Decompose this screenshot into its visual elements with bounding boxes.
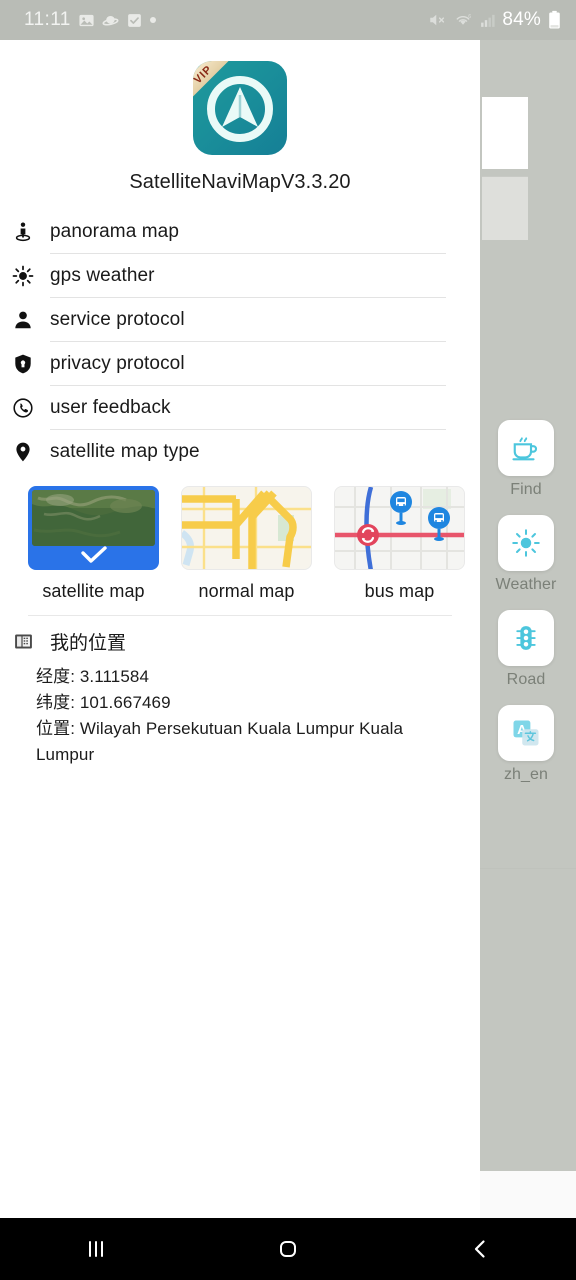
saturn-icon [102, 15, 119, 26]
dot-icon [149, 17, 156, 23]
background-bottom-panel [480, 1171, 576, 1218]
back-icon [474, 1240, 485, 1258]
find-label: Find [510, 481, 542, 498]
weather-label: Weather [495, 576, 557, 593]
menu-item-satellite-map-type-label: satellite map type [50, 441, 200, 462]
navigation-drawer: VIP SatelliteNaviMapV3.3.20 panorama map [0, 40, 480, 1218]
checkbox-icon [127, 13, 141, 27]
map-type-label-normal: normal map [198, 581, 295, 601]
background-gray-panel [482, 176, 528, 240]
app-icon-wrapper[interactable]: VIP [193, 61, 287, 155]
location-pin-icon [8, 441, 38, 463]
menu-item-service-protocol-label: service protocol [50, 308, 185, 330]
background-seam [480, 868, 576, 869]
app-header: VIP SatelliteNaviMapV3.3.20 [0, 40, 480, 194]
user-icon [8, 309, 38, 331]
road-label: Road [506, 671, 546, 688]
coffee-cup-icon [512, 437, 537, 461]
map-type-option-bus[interactable]: bus map [334, 486, 465, 602]
address-line: 位置: Wilayah Persekutuan Kuala Lumpur Kua… [36, 719, 404, 764]
status-bar: 11:11 6 84% [0, 0, 576, 40]
find-button[interactable] [498, 420, 554, 476]
map-type-label-bus: bus map [364, 581, 435, 601]
map-type-option-satellite[interactable]: satellite map [28, 486, 159, 602]
tool-rail-item-translate[interactable]: A zh_en [492, 705, 560, 784]
mute-icon [430, 14, 445, 26]
translate-button[interactable]: A [498, 705, 554, 761]
map-type-options: satellite map normal map bus map [0, 474, 480, 602]
menu-item-gps-weather-row: gps weather [50, 254, 446, 298]
phone-screen: Find Weather Road A zh_en VIP SatelliteN… [0, 0, 576, 1280]
map-type-label-satellite: satellite map [42, 581, 145, 601]
street-view-icon [8, 221, 38, 243]
road-button[interactable] [498, 610, 554, 666]
menu-item-service-protocol-row: service protocol [50, 298, 446, 342]
menu-item-user-feedback-label: user feedback [50, 396, 171, 418]
bus-map-tile[interactable] [334, 486, 465, 570]
menu-item-panorama-map-row: panorama map [50, 210, 446, 254]
menu-item-panorama-map[interactable]: panorama map [0, 210, 480, 254]
status-bar-left: 11:11 [0, 9, 156, 31]
battery-percentage: 84% [502, 9, 541, 30]
phone-circle-icon [8, 397, 38, 419]
map-type-option-normal[interactable]: normal map [181, 486, 312, 602]
battery-icon [549, 10, 560, 29]
back-button[interactable] [384, 1234, 576, 1264]
menu-item-service-protocol[interactable]: service protocol [0, 298, 480, 342]
sun-icon [8, 265, 38, 287]
signal-icon [481, 14, 495, 27]
menu-item-gps-weather-label: gps weather [50, 264, 155, 286]
my-location-details: 经度: 3.111584 纬度: 101.667469 位置: Wilayah … [36, 664, 452, 768]
satellite-navi-map-app-icon[interactable]: VIP [193, 61, 287, 155]
menu-item-user-feedback-row: user feedback [50, 386, 446, 430]
traffic-light-icon [516, 626, 536, 650]
menu-item-panorama-map-label: panorama map [50, 220, 179, 242]
menu-item-privacy-protocol-row: privacy protocol [50, 342, 446, 386]
satellite-map-tile[interactable] [28, 486, 159, 570]
menu-item-privacy-protocol[interactable]: privacy protocol [0, 342, 480, 386]
svg-text:6: 6 [469, 14, 472, 20]
recent-apps-icon [89, 1241, 103, 1257]
home-icon [280, 1241, 296, 1257]
my-location-title: 我的位置 [50, 633, 127, 654]
selected-check [28, 543, 159, 567]
wifi-icon: 6 [456, 14, 472, 25]
normal-map-thumbnail [182, 487, 311, 569]
menu-list: panorama map gps weather service protoco… [0, 210, 480, 474]
translate-label: zh_en [503, 766, 549, 783]
image-icon [79, 14, 94, 26]
tool-rail-item-weather[interactable]: Weather [492, 515, 560, 594]
sun-icon [512, 529, 540, 557]
normal-map-tile[interactable] [181, 486, 312, 570]
recent-apps-button[interactable] [0, 1234, 192, 1264]
weather-button[interactable] [498, 515, 554, 571]
shield-lock-icon [8, 353, 38, 375]
latitude-line: 纬度: 101.667469 [36, 693, 171, 712]
android-navigation-bar [0, 1218, 576, 1280]
page-title: SatelliteNaviMapV3.3.20 [129, 171, 351, 193]
tool-rail: Find Weather Road A zh_en [492, 420, 560, 800]
building-icon [8, 631, 38, 652]
longitude-line: 经度: 3.111584 [36, 667, 150, 686]
bus-map-thumbnail [335, 487, 464, 569]
satellite-thumbnail [32, 490, 155, 546]
background-white-panel [482, 97, 528, 169]
menu-item-gps-weather[interactable]: gps weather [0, 254, 480, 298]
menu-item-user-feedback[interactable]: user feedback [0, 386, 480, 430]
translate-icon: A [513, 720, 539, 746]
tool-rail-item-find[interactable]: Find [492, 420, 560, 499]
my-location-section: 我的位置 经度: 3.111584 纬度: 101.667469 位置: Wil… [0, 616, 480, 768]
status-bar-right: 6 84% [427, 9, 576, 31]
my-location-header: 我的位置 [8, 628, 452, 655]
tool-rail-item-road[interactable]: Road [492, 610, 560, 689]
home-button[interactable] [192, 1234, 384, 1264]
menu-item-privacy-protocol-label: privacy protocol [50, 352, 185, 374]
menu-item-satellite-map-type-row: satellite map type [50, 430, 446, 474]
menu-item-satellite-map-type[interactable]: satellite map type [0, 430, 480, 474]
status-bar-clock: 11:11 [24, 9, 71, 30]
